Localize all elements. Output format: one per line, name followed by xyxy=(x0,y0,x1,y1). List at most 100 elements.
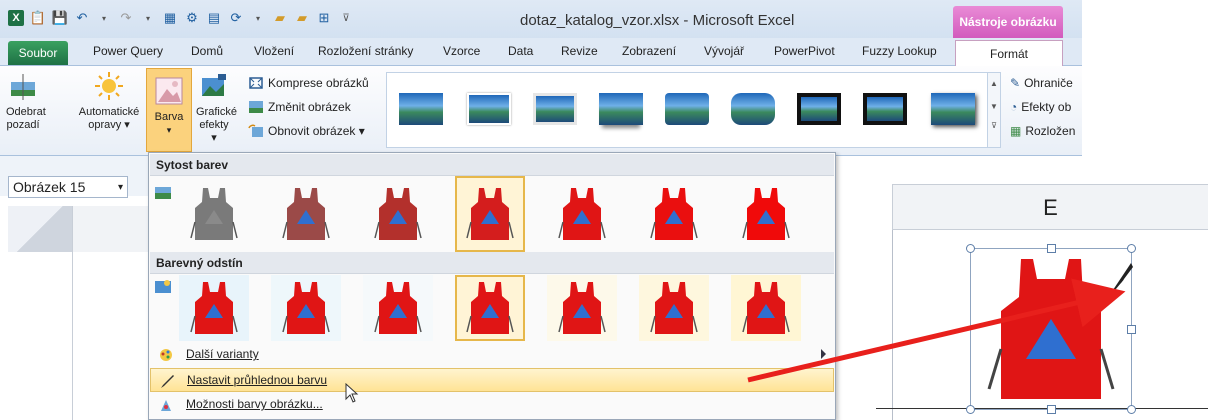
corrections-button[interactable]: Automatické opravy ▾ xyxy=(74,70,144,132)
dropdown-icon[interactable]: ▾ xyxy=(96,10,112,26)
tab-home[interactable]: Domů xyxy=(191,44,223,58)
resize-handle[interactable] xyxy=(1127,325,1136,334)
remove-background-label-1: Odebrat xyxy=(6,106,46,118)
selected-picture[interactable] xyxy=(966,244,1136,414)
save-icon[interactable]: 💾 xyxy=(52,10,68,26)
gallery-scroll[interactable]: ▲ ▼ ⊽ xyxy=(987,72,1001,148)
color-button[interactable]: Barva ▾ xyxy=(146,68,192,152)
tone-option[interactable] xyxy=(547,275,617,341)
tone-option[interactable] xyxy=(639,275,709,341)
tab-data[interactable]: Data xyxy=(508,44,533,58)
tab-view[interactable]: Zobrazení xyxy=(622,44,676,58)
customize-qat-icon[interactable]: ⊽ xyxy=(338,10,354,26)
artistic-effects-label-1: Grafické xyxy=(196,106,237,118)
column-header-e[interactable]: E xyxy=(892,184,1208,230)
set-transparent-color-item[interactable]: Nastavit průhlednou barvu xyxy=(150,368,834,392)
picture-style-thumb[interactable] xyxy=(599,93,643,125)
excel-logo-icon: X xyxy=(8,10,24,26)
saturation-option[interactable] xyxy=(639,176,709,252)
picture-style-thumb[interactable] xyxy=(863,93,907,125)
saturation-option[interactable] xyxy=(179,176,249,252)
remove-background-icon xyxy=(7,70,39,102)
compress-icon xyxy=(248,76,264,90)
dropdown-icon[interactable]: ▾ xyxy=(140,10,156,26)
picture-style-thumb[interactable] xyxy=(467,93,511,125)
tone-option[interactable] xyxy=(271,275,341,341)
tab-developer[interactable]: Vývojář xyxy=(704,44,744,58)
refresh-icon[interactable]: ⟳ xyxy=(228,10,244,26)
tone-option[interactable] xyxy=(363,275,433,341)
picture-style-thumb[interactable] xyxy=(931,93,975,125)
picture-effects-icon: ◔ xyxy=(1010,100,1018,114)
gallery-scroll-down-icon[interactable]: ▼ xyxy=(988,102,1000,111)
artistic-effects-button[interactable]: Grafické efekty ▾ xyxy=(196,70,237,145)
window-title: dotaz_katalog_vzor.xlsx - Microsoft Exce… xyxy=(520,12,795,29)
redo-icon[interactable]: ↷ xyxy=(118,10,134,26)
saturation-option[interactable] xyxy=(547,176,617,252)
more-variations-icon xyxy=(158,347,174,363)
ribbon-tab-bar: Power Query Domů Vložení Rozložení strán… xyxy=(0,38,1082,66)
undo-icon[interactable]: ↶ xyxy=(74,10,90,26)
select-all-corner[interactable] xyxy=(8,206,72,252)
vest-thumbnail xyxy=(374,188,422,240)
folder-open-icon[interactable]: ▰ xyxy=(294,10,310,26)
column-header[interactable] xyxy=(72,206,150,252)
tab-insert[interactable]: Vložení xyxy=(254,44,294,58)
sun-icon xyxy=(93,70,125,102)
resize-handle[interactable] xyxy=(1047,405,1056,414)
macro-icon[interactable]: ⚙ xyxy=(184,10,200,26)
dropdown-icon[interactable]: ▾ xyxy=(250,10,266,26)
resize-handle[interactable] xyxy=(1127,405,1136,414)
saturation-option[interactable] xyxy=(455,176,525,252)
more-variations-item[interactable]: Další varianty xyxy=(150,343,834,367)
paste-icon[interactable]: 📋 xyxy=(30,10,46,26)
gallery-scroll-up-icon[interactable]: ▲ xyxy=(988,79,1000,88)
folder-icon[interactable]: ▰ xyxy=(272,10,288,26)
picture-style-thumb[interactable] xyxy=(665,93,709,125)
picture-style-thumb[interactable] xyxy=(399,93,443,125)
saturation-option[interactable] xyxy=(363,176,433,252)
tab-page-layout[interactable]: Rozložení stránky xyxy=(318,44,413,58)
change-picture-button[interactable]: Změnit obrázek xyxy=(248,100,351,114)
remove-background-button[interactable]: Odebrat pozadí xyxy=(6,70,46,132)
reset-picture-button[interactable]: Obnovit obrázek ▾ xyxy=(248,124,365,138)
saturation-option[interactable] xyxy=(271,176,341,252)
form-icon[interactable]: ▤ xyxy=(206,10,222,26)
gallery-more-icon[interactable]: ⊽ xyxy=(988,121,1000,130)
picture-styles-gallery[interactable] xyxy=(386,72,990,148)
resize-handle[interactable] xyxy=(1047,244,1056,253)
tab-format[interactable]: Formát xyxy=(955,40,1063,67)
tab-powerpivot[interactable]: PowerPivot xyxy=(774,44,835,58)
change-picture-icon xyxy=(248,100,264,114)
gridline xyxy=(72,252,73,420)
print-preview-icon[interactable]: ▦ xyxy=(162,10,178,26)
vest-thumbnail xyxy=(466,188,514,240)
picture-border-label: Ohraniče xyxy=(1024,76,1073,90)
picture-layout-label: Rozložen xyxy=(1025,124,1076,138)
name-box[interactable]: Obrázek 15 ▾ xyxy=(8,176,128,198)
compress-pictures-button[interactable]: Komprese obrázků xyxy=(248,76,369,90)
color-picture-icon xyxy=(153,75,185,107)
resize-handle[interactable] xyxy=(966,244,975,253)
picture-effects-button[interactable]: ◔ Efekty ob xyxy=(1010,100,1071,114)
picture-style-thumb[interactable] xyxy=(795,91,843,127)
picture-color-options-item[interactable]: Možnosti barvy obrázku... xyxy=(150,393,834,417)
saturation-option[interactable] xyxy=(731,176,801,252)
picture-style-thumb[interactable] xyxy=(533,93,577,125)
picture-border-button[interactable]: ✎ Ohraniče xyxy=(1010,76,1073,90)
table-icon[interactable]: ⊞ xyxy=(316,10,332,26)
resize-handle[interactable] xyxy=(1127,244,1136,253)
picture-style-thumb[interactable] xyxy=(731,93,775,125)
vest-thumbnail xyxy=(190,188,238,240)
tone-option[interactable] xyxy=(731,275,801,341)
picture-layout-button[interactable]: ▦ Rozložen xyxy=(1010,124,1075,138)
tab-fuzzy-lookup[interactable]: Fuzzy Lookup xyxy=(862,44,937,58)
tab-formulas[interactable]: Vzorce xyxy=(443,44,480,58)
tab-power-query[interactable]: Power Query xyxy=(93,44,163,58)
tab-file[interactable]: Soubor xyxy=(8,41,68,65)
tone-option[interactable] xyxy=(455,275,525,341)
name-box-arrow-icon[interactable]: ▾ xyxy=(118,182,123,193)
tab-review[interactable]: Revize xyxy=(561,44,598,58)
tone-option[interactable] xyxy=(179,275,249,341)
resize-handle[interactable] xyxy=(966,405,975,414)
